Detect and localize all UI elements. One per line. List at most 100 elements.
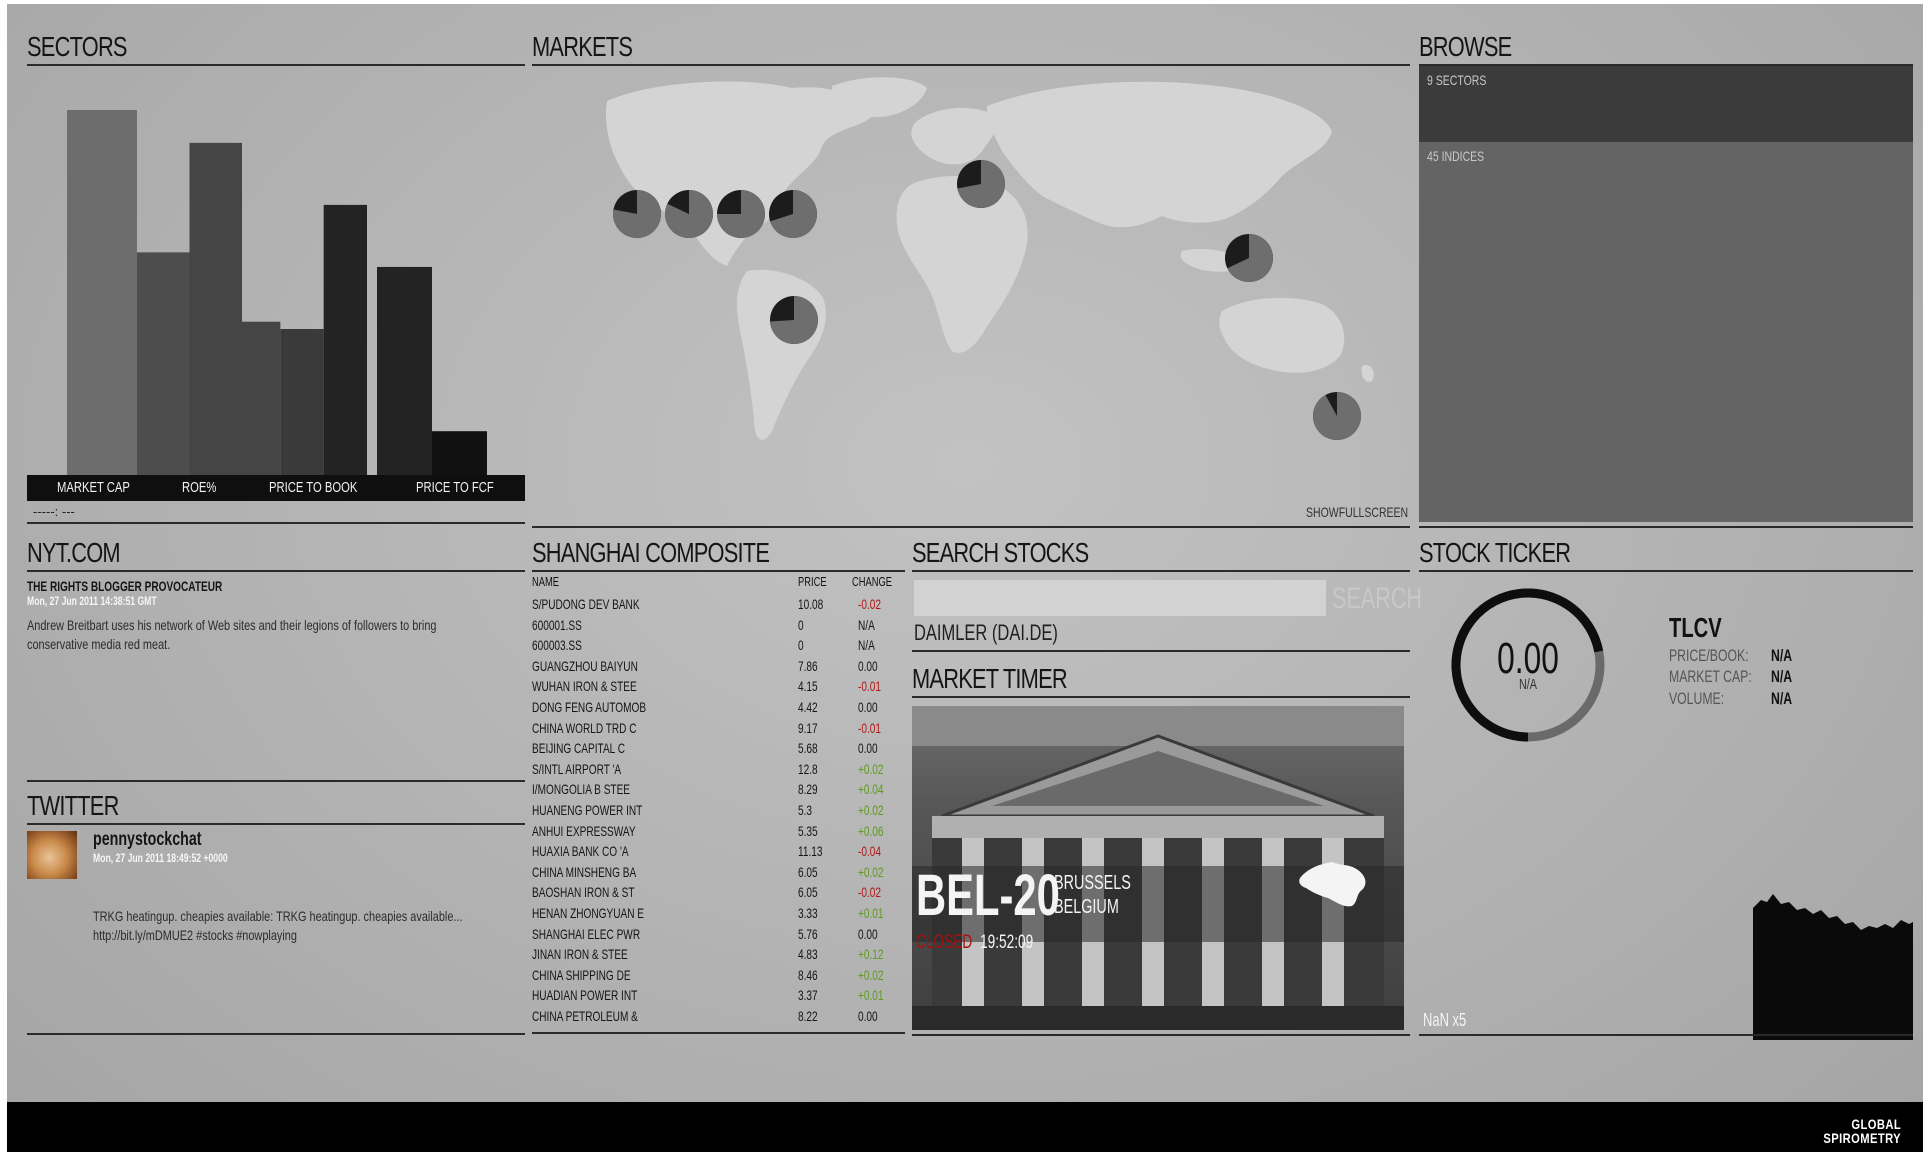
table-row[interactable]: BAOSHAN IRON & ST 6.05 -0.02 xyxy=(532,884,905,904)
table-row[interactable]: HUANENG POWER INT 5.3 +0.02 xyxy=(532,802,905,822)
row-name: GUANGZHOU BAIYUN xyxy=(532,657,638,674)
north-america-shape xyxy=(606,81,872,266)
twitter-panel: TWITTER pennystockchat Mon, 27 Jun 2011 … xyxy=(27,789,525,1039)
row-change: N/A xyxy=(858,616,875,633)
stock-ticker-panel: STOCK TICKER 0.00 N/A TLCV PRICE/BOOK: N… xyxy=(1419,536,1913,1041)
table-row[interactable]: CHINA WORLD TRD C 9.17 -0.01 xyxy=(532,720,905,740)
sector-bar[interactable] xyxy=(280,329,324,475)
row-change: -0.02 xyxy=(858,884,881,901)
belgium-map-icon xyxy=(1299,862,1366,907)
row-change: +0.02 xyxy=(858,760,884,777)
row-price: 9.17 xyxy=(798,719,818,736)
axis-label-market-cap[interactable]: MARKET CAP xyxy=(57,479,130,496)
axis-label-price-to-book[interactable]: PRICE TO BOOK xyxy=(269,479,357,496)
table-row[interactable]: BEIJING CAPITAL C 5.68 0.00 xyxy=(532,740,905,760)
row-price: 5.3 xyxy=(798,802,813,818)
dashboard: SECTORS MARKET CAP ROE% PRICE TO BOOK PR… xyxy=(7,4,1923,1152)
ticker-sparkline xyxy=(1753,894,1913,1040)
avatar[interactable] xyxy=(27,831,77,879)
table-row[interactable]: GUANGZHOU BAIYUN 7.86 0.00 xyxy=(532,658,905,678)
market-time: 19:52:09 xyxy=(980,932,1034,953)
row-price: 3.33 xyxy=(798,905,818,921)
africa-shape xyxy=(896,175,1028,354)
table-row[interactable]: CHINA MINSHENG BA 6.05 +0.02 xyxy=(532,864,905,884)
new-zealand-shape xyxy=(1361,365,1374,382)
table-row[interactable]: 600001.SS 0 N/A xyxy=(532,617,905,637)
sector-bar[interactable] xyxy=(189,142,243,475)
sector-bar[interactable] xyxy=(237,321,281,475)
table-row[interactable]: WUHAN IRON & STEE 4.15 -0.01 xyxy=(532,678,905,698)
search-input[interactable] xyxy=(914,580,1326,616)
row-change: -0.04 xyxy=(858,843,881,860)
browse-panel: BROWSE 9 SECTORS 45 INDICES xyxy=(1419,30,1913,532)
row-name: WUHAN IRON & STEE xyxy=(532,678,637,695)
stat-value-price-book: N/A xyxy=(1771,646,1793,665)
sector-bar[interactable] xyxy=(432,431,487,475)
row-change: +0.06 xyxy=(858,822,884,839)
sectors-axis-bar: MARKET CAP ROE% PRICE TO BOOK PRICE TO F… xyxy=(27,475,525,501)
table-row[interactable]: DONG FENG AUTOMOB 4.42 0.00 xyxy=(532,699,905,719)
asia-shape xyxy=(987,81,1332,228)
stock-ticker-header-rule xyxy=(1419,570,1913,572)
row-price: 6.05 xyxy=(798,863,818,880)
row-price: 6.05 xyxy=(798,884,818,901)
row-price: 8.22 xyxy=(798,1008,818,1024)
shanghai-header-rule xyxy=(532,570,905,572)
market-timer-header: MARKET TIMER xyxy=(912,663,1068,694)
nyt-panel: NYT.COM THE RIGHTS BLOGGER PROVOCATEUR M… xyxy=(27,536,525,786)
brand-logo-line2: SPIROMETRY xyxy=(1823,1130,1901,1146)
row-change: N/A xyxy=(858,637,875,654)
sector-bar[interactable] xyxy=(137,252,190,475)
tweet-date: Mon, 27 Jun 2011 18:49:52 +0000 xyxy=(93,851,228,865)
sector-bar[interactable] xyxy=(377,266,432,475)
axis-label-roe[interactable]: ROE% xyxy=(182,479,216,496)
row-name: HUANENG POWER INT xyxy=(532,802,643,818)
row-name: ANHUI EXPRESSWAY xyxy=(532,822,636,839)
table-row[interactable]: I/MONGOLIA B STEE 8.29 +0.04 xyxy=(532,781,905,801)
tweet-username[interactable]: pennystockchat xyxy=(93,829,201,851)
ticker-symbol: TLCV xyxy=(1669,612,1722,643)
browse-sectors-label: 9 SECTORS xyxy=(1427,72,1487,88)
row-price: 0 xyxy=(798,616,804,633)
table-row[interactable]: HENAN ZHONGYUAN E 3.33 +0.01 xyxy=(532,905,905,925)
table-row[interactable]: S/INTL AIRPORT 'A 12.8 +0.02 xyxy=(532,761,905,781)
row-change: 0.00 xyxy=(858,740,878,757)
footer-bar: GLOBAL SPIROMETRY xyxy=(7,1102,1923,1152)
sector-bar[interactable] xyxy=(323,204,367,475)
row-name: CHINA PETROLEUM & xyxy=(532,1008,638,1024)
search-button[interactable]: SEARCH xyxy=(1332,582,1422,616)
row-name: BEIJING CAPITAL C xyxy=(532,740,625,757)
table-row[interactable]: ANHUI EXPRESSWAY 5.35 +0.06 xyxy=(532,823,905,843)
row-change: 0.00 xyxy=(858,1008,878,1024)
row-name: I/MONGOLIA B STEE xyxy=(532,781,631,798)
axis-label-price-to-fcf[interactable]: PRICE TO FCF xyxy=(416,479,494,496)
table-row[interactable]: HUAXIA BANK CO 'A 11.13 -0.04 xyxy=(532,843,905,863)
row-price: 5.35 xyxy=(798,822,818,839)
search-header-rule xyxy=(912,570,1410,572)
shanghai-panel: SHANGHAI COMPOSITE NAME PRICE CHANGE S/P… xyxy=(532,536,905,1041)
table-row[interactable]: HUADIAN POWER INT 3.37 +0.01 xyxy=(532,987,905,1007)
world-map[interactable] xyxy=(532,66,1410,506)
table-row[interactable]: JINAN IRON & STEE 4.83 +0.12 xyxy=(532,946,905,966)
row-price: 5.68 xyxy=(798,740,818,757)
table-row[interactable]: CHINA PETROLEUM & 8.22 0.00 xyxy=(532,1008,905,1028)
browse-indices-block[interactable]: 45 INDICES xyxy=(1419,142,1913,522)
search-result[interactable]: DAIMLER (DAI.DE) xyxy=(914,620,1058,646)
row-change: -0.01 xyxy=(858,719,881,736)
table-row[interactable]: SHANGHAI ELEC PWR 5.76 0.00 xyxy=(532,926,905,946)
show-fullscreen-link[interactable]: SHOWFULLSCREEN xyxy=(1306,504,1408,520)
tweet-text: TRKG heatingup. cheapies available: TRKG… xyxy=(93,908,463,943)
sector-bar[interactable] xyxy=(67,110,137,475)
market-pie-slice xyxy=(1313,392,1361,441)
row-price: 12.8 xyxy=(798,760,818,777)
row-name: 600003.SS xyxy=(532,637,582,654)
table-row[interactable]: CHINA SHIPPING DE 8.46 +0.02 xyxy=(532,967,905,987)
browse-sectors-block[interactable]: 9 SECTORS xyxy=(1419,66,1913,142)
table-row[interactable]: S/PUDONG DEV BANK 10.08 -0.02 xyxy=(532,596,905,616)
table-row[interactable]: 600003.SS 0 N/A xyxy=(532,637,905,657)
column-change: CHANGE xyxy=(852,574,893,589)
nyt-headline[interactable]: THE RIGHTS BLOGGER PROVOCATEUR xyxy=(27,578,222,594)
index-country: BELGIUM xyxy=(1054,896,1119,918)
stat-value-market-cap: N/A xyxy=(1771,667,1793,686)
row-change: -0.02 xyxy=(858,596,881,612)
